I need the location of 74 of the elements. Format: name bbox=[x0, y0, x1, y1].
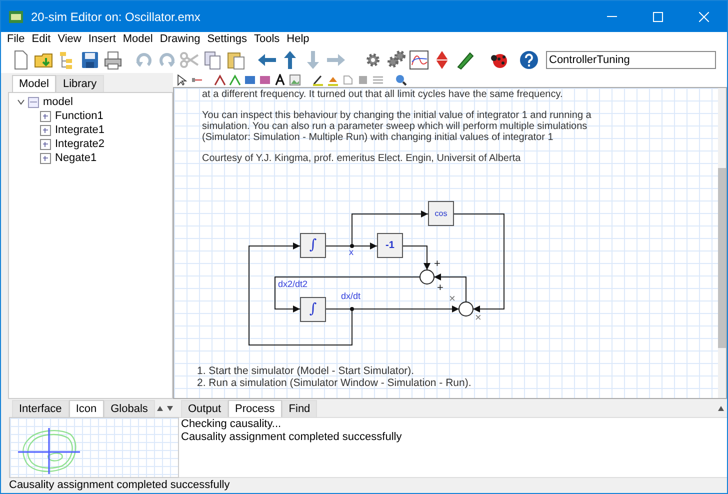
tab[interactable]: Icon bbox=[68, 400, 104, 417]
pen-icon[interactable] bbox=[455, 50, 475, 70]
signal-label: dx/dt bbox=[341, 291, 361, 301]
sign-label: + bbox=[434, 259, 440, 270]
line-style-icon[interactable] bbox=[372, 74, 384, 86]
pointer-icon[interactable] bbox=[176, 74, 188, 86]
tab[interactable]: Process bbox=[228, 400, 282, 417]
bond-icon[interactable] bbox=[229, 74, 241, 86]
tab[interactable]: Interface bbox=[12, 400, 69, 417]
model-icon bbox=[28, 96, 39, 108]
app-icon bbox=[9, 10, 23, 22]
sign-label: × bbox=[449, 294, 456, 305]
expand-caret-icon[interactable] bbox=[17, 98, 25, 106]
up-arrow-icon[interactable] bbox=[718, 406, 724, 411]
line-color-icon[interactable] bbox=[312, 74, 324, 86]
signal-label: dx2/dt2 bbox=[278, 279, 308, 289]
tree-item[interactable]: model bbox=[43, 94, 73, 110]
integrator-block[interactable]: ∫ bbox=[300, 297, 326, 322]
tree-item[interactable]: Function1 bbox=[55, 108, 104, 124]
output-line: Causality assignment completed successfully bbox=[181, 431, 403, 444]
maximize-icon bbox=[653, 12, 663, 22]
tree-item[interactable]: Integrate2 bbox=[55, 136, 105, 152]
description-text: at a different frequency. It turned out that all limit cycles have the same frequency. bbox=[202, 89, 564, 100]
junction-dot bbox=[350, 307, 354, 311]
menu-item[interactable]: Model bbox=[120, 31, 156, 48]
menu-item[interactable]: Tools bbox=[250, 31, 283, 48]
menu-item[interactable]: Drawing bbox=[156, 31, 204, 48]
junction-dot bbox=[350, 244, 354, 248]
help-icon[interactable] bbox=[519, 50, 539, 70]
function-block[interactable]: cos bbox=[428, 201, 454, 226]
print-icon[interactable] bbox=[103, 50, 123, 70]
menu-item[interactable]: Settings bbox=[204, 31, 250, 48]
bond-icon[interactable] bbox=[214, 74, 226, 86]
menu-item[interactable]: Edit bbox=[28, 31, 54, 48]
tab[interactable]: Find bbox=[282, 400, 318, 417]
instruction-text: 1. Start the simulator (Model - Start Simulator). bbox=[197, 365, 416, 377]
description-text: Courtesy of Y.J. Kingma, prof. emeritus Elect. Engin, Universit of Alberta bbox=[202, 153, 522, 164]
gain-block[interactable]: -1 bbox=[377, 233, 403, 258]
rectangle-icon[interactable] bbox=[244, 74, 256, 86]
sign-label: + bbox=[437, 283, 444, 294]
menu-item[interactable]: Help bbox=[284, 31, 312, 48]
summation-node[interactable] bbox=[420, 270, 434, 284]
up-arrow-icon[interactable] bbox=[157, 406, 163, 411]
menu-item[interactable]: File bbox=[4, 31, 28, 48]
instruction-text: 2. Run a simulation (Simulator Window - Simulation - Run). bbox=[197, 377, 472, 389]
chart-icon[interactable] bbox=[409, 50, 429, 70]
tab[interactable]: Library bbox=[56, 75, 104, 92]
tab[interactable]: Model bbox=[12, 75, 56, 92]
status-text: Causality assignment completed successfully bbox=[9, 478, 230, 494]
integrator-block[interactable]: ∫ bbox=[300, 233, 326, 258]
copy-icon[interactable] bbox=[203, 50, 223, 70]
zoom-icon[interactable] bbox=[395, 74, 407, 86]
down-arrow-icon[interactable] bbox=[167, 406, 173, 411]
menu-item[interactable]: Insert bbox=[85, 31, 119, 48]
tab[interactable]: Globals bbox=[104, 400, 155, 417]
close-icon bbox=[699, 12, 709, 22]
save-icon[interactable] bbox=[80, 50, 100, 70]
tab[interactable]: Output bbox=[181, 400, 228, 417]
output-line: Checking causality... bbox=[181, 418, 282, 431]
multiplication-node[interactable] bbox=[458, 302, 474, 316]
menu-item[interactable]: View bbox=[54, 31, 84, 48]
signal-label: x bbox=[349, 247, 354, 257]
tree-item[interactable]: Integrate1 bbox=[55, 122, 105, 138]
description-text: You can inspect this behaviour by changing the initial value of integrator 1 and running a simulation. You can also run a parameter sweep which will perform multiple simulations (Simulator: Simulation - Multiple Run) with changing initial values of integrator 1 bbox=[202, 110, 592, 143]
text-icon[interactable] bbox=[274, 74, 286, 86]
paste-icon[interactable] bbox=[226, 50, 246, 70]
tree-item[interactable]: Negate1 bbox=[55, 150, 97, 166]
window-title: 20-sim Editor on: Oscillator.emx bbox=[31, 8, 200, 26]
search-field[interactable]: ControllerTuning bbox=[546, 51, 716, 69]
minimize-icon bbox=[607, 16, 617, 17]
sign-label: × bbox=[475, 313, 482, 324]
scrollbar-thumb[interactable] bbox=[718, 168, 726, 348]
phase-plot-drawing bbox=[18, 426, 82, 474]
gears-icon[interactable] bbox=[386, 50, 406, 70]
